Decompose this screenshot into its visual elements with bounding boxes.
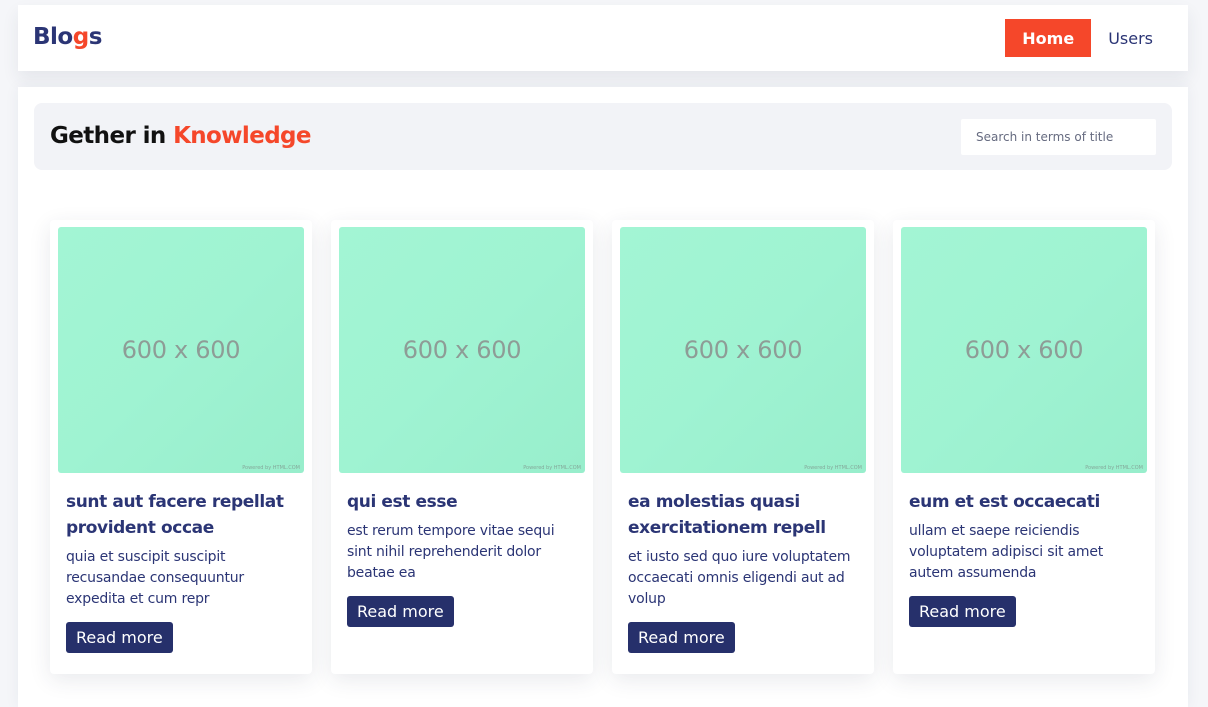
blog-card-excerpt: et iusto sed quo iure voluptatem occaeca… [628, 549, 851, 607]
blog-card-title: ea molestias quasi exercitationem repell [628, 492, 826, 538]
blog-card: 600 x 600 Powered by HTML.COM eum et est… [893, 220, 1155, 674]
blog-card-title: qui est esse [347, 492, 458, 512]
read-more-button[interactable]: Read more [909, 596, 1016, 627]
image-credit: Powered by HTML.COM [804, 465, 862, 471]
logo-prefix: Blo [33, 24, 73, 50]
blog-card-excerpt: ullam et saepe reiciendis voluptatem adi… [909, 523, 1104, 581]
logo[interactable]: Blogs [33, 24, 102, 50]
blog-card-image: 600 x 600 Powered by HTML.COM [901, 227, 1147, 473]
logo-accent: g [72, 24, 89, 50]
page-title-accent: Knowledge [173, 123, 311, 149]
blog-card-image: 600 x 600 Powered by HTML.COM [58, 227, 304, 473]
logo-suffix: s [88, 24, 103, 50]
page-title: Gether in Knowledge [50, 123, 312, 149]
blog-card-excerpt: est rerum tempore vitae sequi sint nihil… [347, 523, 555, 581]
blog-card-image: 600 x 600 Powered by HTML.COM [339, 227, 585, 473]
blog-card: 600 x 600 Powered by HTML.COM qui est es… [331, 220, 593, 674]
blog-card: 600 x 600 Powered by HTML.COM ea molesti… [612, 220, 874, 674]
blog-card-grid: 600 x 600 Powered by HTML.COM sunt aut f… [50, 220, 1155, 674]
read-more-button[interactable]: Read more [347, 596, 454, 627]
image-credit: Powered by HTML.COM [1085, 465, 1143, 471]
read-more-button[interactable]: Read more [66, 622, 173, 653]
blog-card-image: 600 x 600 Powered by HTML.COM [620, 227, 866, 473]
blog-card-excerpt: quia et suscipit suscipit recusandae con… [66, 549, 244, 607]
image-placeholder-label: 600 x 600 [402, 336, 522, 364]
hero-banner: Gether in Knowledge [34, 103, 1172, 170]
blog-card: 600 x 600 Powered by HTML.COM sunt aut f… [50, 220, 312, 674]
read-more-button[interactable]: Read more [628, 622, 735, 653]
image-credit: Powered by HTML.COM [523, 465, 581, 471]
blog-card-title: sunt aut facere repellat provident occae [66, 492, 284, 538]
image-placeholder-label: 600 x 600 [121, 336, 241, 364]
nav-links: Home Users [1005, 19, 1170, 57]
image-placeholder-label: 600 x 600 [683, 336, 803, 364]
search-input[interactable] [961, 119, 1156, 155]
image-placeholder-label: 600 x 600 [964, 336, 1084, 364]
image-credit: Powered by HTML.COM [242, 465, 300, 471]
nav-link-home[interactable]: Home [1005, 19, 1092, 57]
main-content: Gether in Knowledge 600 x 600 Powered by… [18, 87, 1188, 707]
navbar: Blogs Home Users [18, 5, 1188, 71]
page-title-prefix: Gether in [50, 123, 174, 149]
blog-card-title: eum et est occaecati [909, 492, 1100, 512]
nav-link-users[interactable]: Users [1091, 19, 1170, 57]
